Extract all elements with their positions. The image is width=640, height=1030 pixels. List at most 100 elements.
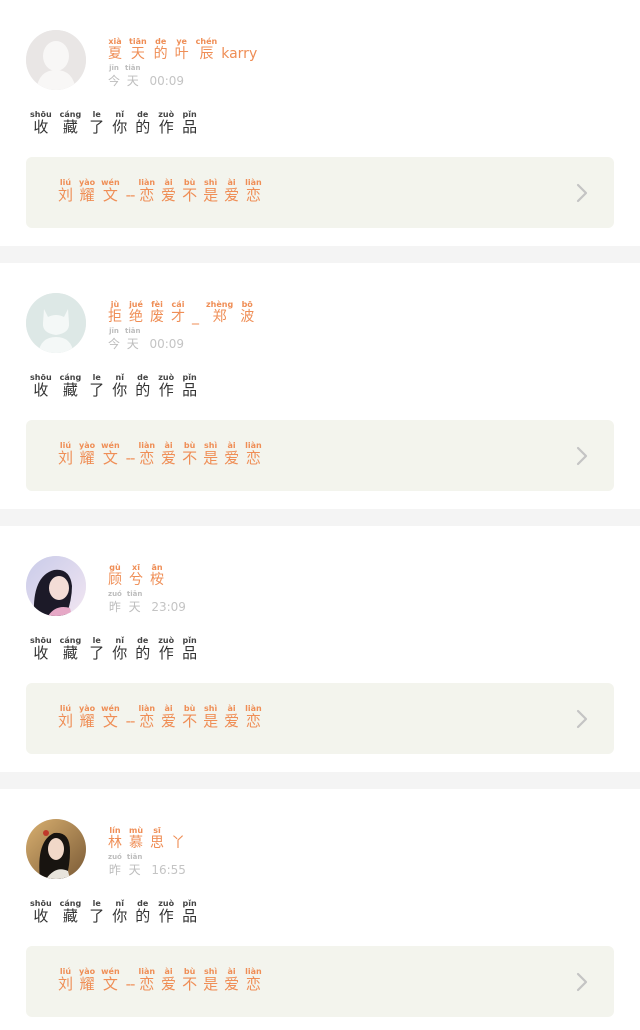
day-label-char: tiān 天 [127,590,142,615]
day-label-char: tiān 天 [125,327,140,352]
hanzi-text: 文 [102,449,118,467]
hanzi-text: 是 [203,449,219,467]
work-card[interactable]: liú 刘 yào 耀 wén 文 -- liàn 恋 ài 爱 bù 不 shì 是 ài 爱 liàn 恋 [26,420,614,491]
username-char: ān 桉 [150,563,164,588]
hanzi-text: 兮 [129,572,143,588]
avatar[interactable] [26,556,86,616]
username-char: cái 才 [171,300,185,325]
hanzi-text: 慕 [129,835,144,851]
work-author-char: yào 耀 [79,967,95,992]
chevron-right-icon [576,709,588,729]
action-char: cáng 藏 [60,899,82,924]
hanzi-text: 刘 [58,186,74,204]
work-author-char: wén 文 [101,967,120,992]
action-char: shōu 收 [30,110,52,135]
work-card[interactable]: liú 刘 yào 耀 wén 文 -- liàn 恋 ài 爱 bù 不 shì 是 ài 爱 liàn 恋 [26,683,614,754]
hanzi-text: 的 [153,46,168,62]
work-title: liú 刘 yào 耀 wén 文 -- liàn 恋 ài 爱 bù 不 shì 是 ài 爱 liàn 恋 [58,967,268,992]
action-char: cáng 藏 [60,110,82,135]
action-text: shōu 收 cáng 藏 le 了 nǐ 你 de 的 zuò 作 pǐn 品 [30,110,205,135]
avatar-silhouette-light [26,30,86,90]
work-title-char: ài 爱 [224,967,239,992]
work-title-char: liàn 恋 [138,967,155,992]
work-title-char: liàn 恋 [245,967,262,992]
username-char: zhèng 郑 [206,300,233,325]
pinyin-text: zuó [108,853,122,861]
avatar[interactable] [26,293,86,353]
username-char: mù 慕 [129,826,143,851]
action-char: le 了 [89,899,104,924]
action-char: nǐ 你 [112,110,127,135]
work-author-char: yào 耀 [79,178,95,203]
pinyin-text: sī [153,826,161,835]
work-title-char: ài 爱 [161,441,176,466]
avatar[interactable] [26,819,86,879]
hanzi-text: 拒 [108,309,122,325]
work-title-char: liàn 恋 [245,441,262,466]
pinyin-text: de [155,37,167,46]
hanzi-text: 刘 [58,449,74,467]
action-text: shōu 收 cáng 藏 le 了 nǐ 你 de 的 zuò 作 pǐn 品 [30,636,205,661]
hanzi-text: 了 [89,381,105,399]
work-title-char: ài 爱 [224,704,239,729]
hanzi-text: 恋 [245,449,261,467]
username-link[interactable]: jù 拒 jué 绝 fèi 废 cái 才 _ zhèng 郑 bō 波 [108,300,261,325]
avatar-girl-photo [26,819,86,879]
time-value: 00:09 [149,74,185,88]
work-title-char: bù 不 [182,441,197,466]
pinyin-text: bō [241,300,253,309]
work-title: liú 刘 yào 耀 wén 文 -- liàn 恋 ài 爱 bù 不 shì 是 ài 爱 liàn 恋 [58,178,268,203]
hanzi-text: 桉 [150,572,164,588]
action-char: pǐn 品 [182,373,197,398]
action-char: le 了 [89,373,104,398]
hanzi-text: 爱 [161,186,177,204]
work-author-char: wén 文 [101,441,120,466]
username-link[interactable]: lín 林 mù 慕 sī 思 丫 [108,826,192,851]
hanzi-text: 的 [135,381,151,399]
hanzi-text: 刘 [58,975,74,993]
work-author-char: liú 刘 [58,967,73,992]
action-char: cáng 藏 [60,373,82,398]
pinyin-text: tiān [126,590,143,598]
hanzi-text: 作 [158,381,174,399]
title-separator: -- [125,712,136,730]
avatar[interactable] [26,30,86,90]
notification-item: lín 林 mù 慕 sī 思 丫 zuó 昨 tiān 天 16:55 shōu 收 cáng 藏 le… [0,789,640,1030]
day-label-char: jīn 今 [108,327,120,352]
title-separator: -- [125,449,136,467]
day-label-char: tiān 天 [125,64,140,89]
work-title-char: shì 是 [203,441,218,466]
hanzi-text: 恋 [139,712,155,730]
hanzi-text: 刘 [58,712,74,730]
hanzi-text: 恋 [245,186,261,204]
hanzi-text: 叶 [174,46,189,62]
action-char: pǐn 品 [182,899,197,924]
hanzi-text: 文 [102,975,118,993]
pinyin-text: tiān [126,853,143,861]
hanzi-text: 品 [182,644,198,662]
notification-item: jù 拒 jué 绝 fèi 废 cái 才 _ zhèng 郑 bō 波 jīn 今 tiān 天 00:0… [0,263,640,509]
chevron-right-icon [576,972,588,992]
action-char: zuò 作 [158,373,174,398]
username-link[interactable]: xià 夏 tiān 天 de 的 ye 叶 chén 辰 karry [108,37,257,62]
hanzi-text: 丫 [171,835,186,851]
hanzi-text: 收 [33,381,49,399]
hanzi-text: 的 [135,907,151,925]
action-char: shōu 收 [30,636,52,661]
hanzi-text: 爱 [224,449,240,467]
work-card[interactable]: liú 刘 yào 耀 wén 文 -- liàn 恋 ài 爱 bù 不 shì 是 ài 爱 liàn 恋 [26,946,614,1017]
username-link[interactable]: gù 顾 xī 兮 ān 桉 [108,563,171,588]
pinyin-text: tiān [129,37,147,46]
pinyin-text: zuó [108,590,122,598]
hanzi-text: 不 [182,449,198,467]
work-card[interactable]: liú 刘 yào 耀 wén 文 -- liàn 恋 ài 爱 bù 不 shì 是 ài 爱 liàn 恋 [26,157,614,228]
hanzi-text: 天 [128,863,141,877]
pinyin-text: zhèng [206,300,234,309]
pinyin-text: xī [132,563,140,572]
hanzi-text: 爱 [224,712,240,730]
hanzi-text: 废 [150,309,164,325]
hanzi-text: 藏 [62,118,78,136]
work-author-char: yào 耀 [79,704,95,729]
chevron-right-icon [576,183,588,203]
hanzi-text: 恋 [139,449,155,467]
